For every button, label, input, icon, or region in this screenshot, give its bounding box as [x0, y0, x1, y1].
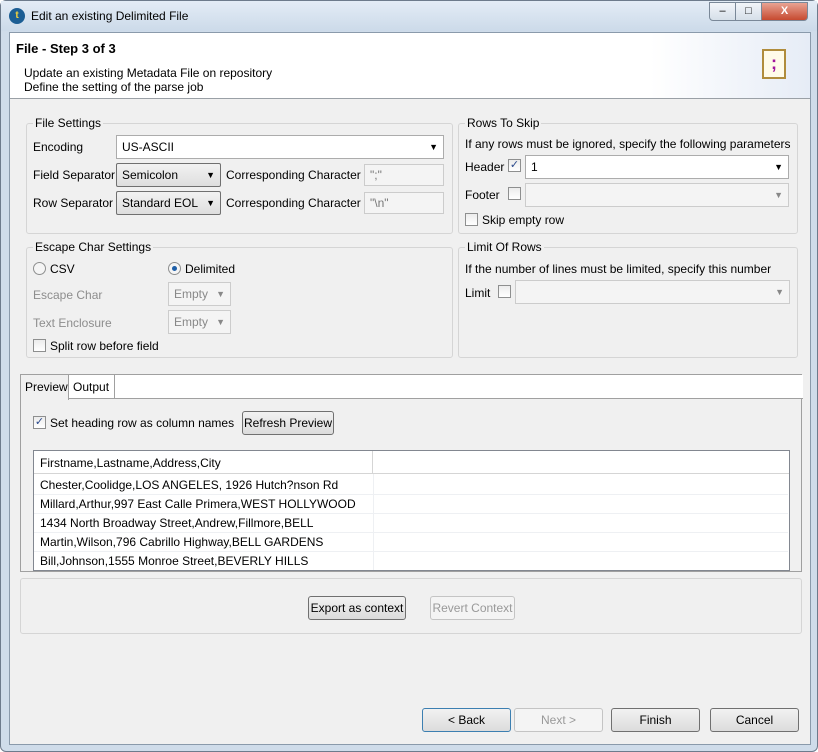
- corresponding-char-label: Corresponding Character: [226, 168, 361, 182]
- finish-button[interactable]: Finish: [611, 708, 700, 732]
- chevron-down-icon: ▼: [206, 198, 215, 208]
- tab-strip: [21, 375, 803, 399]
- field-char-input[interactable]: ";": [364, 164, 444, 186]
- chevron-down-icon: ▼: [216, 317, 225, 327]
- escape-char-select[interactable]: Empty ▼: [168, 282, 231, 306]
- chevron-down-icon: ▼: [216, 289, 225, 299]
- tab-output[interactable]: Output: [69, 375, 115, 399]
- dialog-window: t Edit an existing Delimited File – □ X …: [0, 0, 818, 752]
- context-panel: Export as context Revert Context: [20, 578, 802, 634]
- table-row: Bill,Johnson,1555 Monroe Street,BEVERLY …: [34, 552, 788, 570]
- text-enclosure-select[interactable]: Empty ▼: [168, 310, 231, 334]
- back-button[interactable]: < Back: [422, 708, 511, 732]
- corresponding-char-label: Corresponding Character: [226, 196, 361, 210]
- csv-radio[interactable]: [33, 262, 46, 275]
- file-settings-group: File Settings Encoding US-ASCII ▼ Field S…: [26, 116, 453, 234]
- field-separator-value: Semicolon: [122, 168, 179, 182]
- row-separator-label: Row Separator: [33, 196, 114, 210]
- limit-select[interactable]: ▼: [515, 280, 790, 304]
- next-button[interactable]: Next >: [514, 708, 603, 732]
- close-button[interactable]: X: [761, 2, 808, 21]
- chevron-down-icon: ▼: [775, 287, 784, 297]
- chevron-down-icon: ▼: [206, 170, 215, 180]
- footer-rows-select[interactable]: ▼: [525, 183, 789, 207]
- table-row: Martin,Wilson,796 Cabrillo Highway,BELL …: [34, 533, 788, 552]
- cancel-button[interactable]: Cancel: [710, 708, 799, 732]
- row-separator-value: Standard EOL: [122, 196, 199, 210]
- row-separator-select[interactable]: Standard EOL ▼: [116, 191, 221, 215]
- minimize-button[interactable]: –: [709, 2, 736, 21]
- preview-tab-panel: Preview Output ✓ Set heading row as colu…: [20, 374, 803, 572]
- table-row: Millard,Arthur,997 East Calle Primera,WE…: [34, 495, 788, 514]
- page-title: File - Step 3 of 3: [16, 41, 116, 56]
- refresh-preview-button[interactable]: Refresh Preview: [242, 411, 334, 435]
- header-rows-select[interactable]: 1 ▼: [525, 155, 789, 179]
- maximize-button[interactable]: □: [735, 2, 762, 21]
- dialog-body: File - Step 3 of 3 Update an existing Me…: [9, 32, 811, 745]
- header-subdescription: Define the setting of the parse job: [24, 80, 204, 94]
- wizard-header: File - Step 3 of 3 Update an existing Me…: [10, 33, 810, 99]
- header-label: Header: [465, 160, 505, 174]
- limit-of-rows-group: Limit Of Rows If the number of lines mus…: [458, 240, 798, 358]
- heading-row-label: Set heading row as column names: [50, 416, 235, 430]
- preview-table: Firstname,Lastname,Address,City Chester,…: [33, 450, 790, 571]
- table-row: Chester,Coolidge,LOS ANGELES, 1926 Hutch…: [34, 476, 788, 495]
- group-title: Limit Of Rows: [465, 240, 544, 254]
- escape-char-settings-group: Escape Char Settings CSV Delimited Escap…: [26, 240, 453, 358]
- delimited-radio[interactable]: [168, 262, 181, 275]
- field-separator-select[interactable]: Semicolon ▼: [116, 163, 221, 187]
- encoding-value: US-ASCII: [122, 140, 175, 154]
- talend-logo-icon: t: [9, 8, 25, 24]
- row-char-input[interactable]: "\n": [364, 192, 444, 214]
- text-enclosure-label: Text Enclosure: [33, 316, 112, 330]
- group-title: File Settings: [33, 116, 104, 130]
- group-title: Rows To Skip: [465, 116, 542, 130]
- encoding-label: Encoding: [33, 140, 84, 154]
- title-bar: t Edit an existing Delimited File – □ X: [1, 1, 817, 31]
- text-enclosure-value: Empty: [174, 315, 209, 329]
- tab-preview[interactable]: Preview: [21, 375, 69, 400]
- rows-to-skip-group: Rows To Skip If any rows must be ignored…: [458, 116, 798, 234]
- chevron-down-icon: ▼: [429, 142, 438, 152]
- heading-row-checkbox[interactable]: ✓: [33, 416, 46, 429]
- footer-checkbox[interactable]: [508, 187, 521, 200]
- footer-label: Footer: [465, 188, 500, 202]
- rows-to-skip-description: If any rows must be ignored, specify the…: [465, 137, 791, 151]
- limit-checkbox[interactable]: [498, 285, 511, 298]
- chevron-down-icon: ▼: [774, 190, 783, 200]
- header-description: Update an existing Metadata File on repo…: [24, 66, 273, 80]
- limit-description: If the number of lines must be limited, …: [465, 262, 772, 276]
- window-title: Edit an existing Delimited File: [31, 9, 189, 23]
- skip-empty-row-checkbox[interactable]: [465, 213, 478, 226]
- skip-empty-row-label: Skip empty row: [482, 213, 565, 227]
- export-as-context-button[interactable]: Export as context: [308, 596, 406, 620]
- field-separator-label: Field Separator: [33, 168, 116, 182]
- escape-char-label: Escape Char: [33, 288, 103, 302]
- header-checkbox[interactable]: ✓: [508, 159, 521, 172]
- escape-char-value: Empty: [174, 287, 209, 301]
- limit-label: Limit: [465, 286, 491, 300]
- table-header: Firstname,Lastname,Address,City: [34, 451, 789, 474]
- delimited-file-icon: ;: [762, 49, 786, 79]
- csv-label: CSV: [50, 262, 75, 276]
- split-row-checkbox[interactable]: [33, 339, 46, 352]
- group-title: Escape Char Settings: [33, 240, 154, 254]
- split-row-label: Split row before field: [50, 339, 159, 353]
- column-header[interactable]: Firstname,Lastname,Address,City: [34, 451, 373, 473]
- header-rows-value: 1: [531, 160, 538, 174]
- revert-context-button[interactable]: Revert Context: [430, 596, 515, 620]
- chevron-down-icon: ▼: [774, 162, 783, 172]
- delimited-label: Delimited: [185, 262, 236, 276]
- encoding-select[interactable]: US-ASCII ▼: [116, 135, 444, 159]
- table-row: 1434 North Broadway Street,Andrew,Fillmo…: [34, 514, 788, 533]
